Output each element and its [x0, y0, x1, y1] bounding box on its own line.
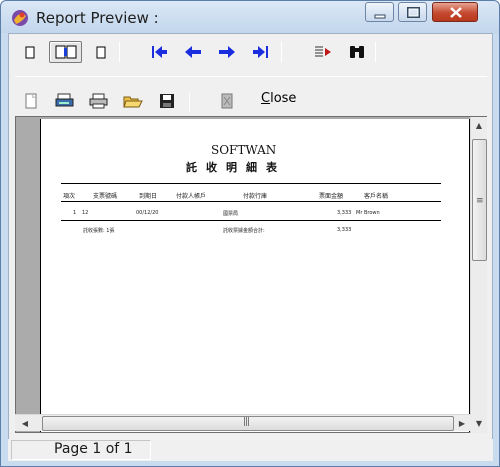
- toolbar-separator: [189, 92, 190, 112]
- toolbar-separator: [281, 42, 282, 62]
- client-area: Close SOFTWAN 託收明細表 項次 支票號碼 到期日 付款人帳戶 付款…: [8, 33, 493, 461]
- exit-door-icon: [221, 93, 233, 109]
- report-rule: [61, 220, 441, 221]
- header-bank: 付款行庫: [243, 193, 268, 200]
- horizontal-scroll-thumb[interactable]: |||: [42, 416, 454, 431]
- next-page-icon: [219, 46, 235, 58]
- goto-page-button[interactable]: [309, 41, 337, 63]
- row-customer: Mr Brown: [356, 210, 380, 216]
- thumb-grip-icon: |||: [243, 417, 250, 427]
- previous-page-button[interactable]: [179, 41, 207, 63]
- binoculars-icon: [350, 46, 364, 58]
- print-setup-button[interactable]: [51, 90, 79, 112]
- scroll-up-arrow[interactable]: ▲: [471, 117, 487, 133]
- horizontal-scrollbar[interactable]: ◀ ||| ▶: [15, 414, 471, 431]
- open-folder-icon: [123, 96, 143, 108]
- report-preview-window: Report Preview : Close SOFTWAN 託收明細表 項次 …: [0, 0, 500, 467]
- new-page-button[interactable]: [17, 90, 45, 112]
- vertical-scroll-thumb[interactable]: ≡: [472, 139, 487, 261]
- right-page-view-button[interactable]: [86, 41, 114, 63]
- report-rule: [61, 201, 441, 202]
- header-no: 項次: [63, 193, 76, 200]
- report-viewport[interactable]: SOFTWAN 託收明細表 項次 支票號碼 到期日 付款人帳戶 付款行庫 票面金…: [15, 116, 487, 433]
- scroll-left-arrow[interactable]: ◀: [17, 415, 33, 431]
- footer-total: 3,333: [337, 227, 352, 233]
- window-title: Report Preview :: [36, 9, 159, 27]
- footer-total-label: 託收票據金額合計:: [223, 228, 265, 234]
- title-bar[interactable]: Report Preview :: [1, 1, 499, 33]
- header-payer-account: 付款人帳戶: [176, 193, 207, 200]
- vertical-scrollbar[interactable]: ▲ ≡ ▼: [470, 117, 487, 433]
- header-amount: 票面金額: [319, 193, 344, 200]
- page-icon: [25, 93, 37, 109]
- first-page-button[interactable]: [145, 41, 173, 63]
- scroll-down-arrow[interactable]: ▼: [471, 415, 487, 431]
- right-page-view-icon: [96, 46, 106, 59]
- minimize-button[interactable]: [365, 2, 394, 22]
- close-window-button[interactable]: [432, 2, 478, 22]
- app-icon: [12, 10, 28, 26]
- row-due-date: 00/12/20: [136, 210, 159, 216]
- last-page-button[interactable]: [247, 41, 275, 63]
- minimize-icon: [374, 14, 386, 19]
- header-check-no: 支票號碼: [93, 193, 118, 200]
- next-page-button[interactable]: [213, 41, 241, 63]
- maximize-icon: [407, 7, 420, 18]
- header-due-date: 到期日: [139, 193, 158, 200]
- report-rule: [61, 183, 441, 184]
- previous-page-icon: [185, 46, 201, 58]
- last-page-icon: [253, 46, 268, 58]
- close-icon: [450, 7, 462, 18]
- row-no: 1: [73, 210, 77, 216]
- page-indicator: Page 1 of 1: [54, 441, 133, 457]
- first-page-icon: [152, 46, 167, 58]
- footer-count: 託收張數: 1張: [83, 228, 115, 234]
- close-button[interactable]: Close: [261, 91, 296, 106]
- toolbar-separator: [119, 42, 120, 62]
- open-button[interactable]: [119, 90, 147, 112]
- print-button[interactable]: [85, 90, 113, 112]
- report-subtitle: 託收明細表: [186, 161, 286, 174]
- report-title: SOFTWAN: [211, 143, 277, 157]
- report-page: SOFTWAN 託收明細表 項次 支票號碼 到期日 付款人帳戶 付款行庫 票面金…: [40, 119, 470, 432]
- single-page-view-icon: [25, 46, 35, 59]
- row-check-no: 12: [82, 210, 89, 216]
- facing-page-view-button[interactable]: [49, 41, 82, 63]
- header-customer: 客戶名稱: [364, 193, 389, 200]
- thumb-grip-icon: ≡: [476, 196, 483, 206]
- toolbar-separator: [375, 42, 376, 62]
- exit-button[interactable]: [213, 90, 241, 112]
- print-setup-icon: [55, 93, 74, 107]
- status-bar: Page 1 of 1: [8, 439, 493, 461]
- scroll-right-arrow[interactable]: ▶: [454, 415, 470, 431]
- maximize-button[interactable]: [398, 2, 427, 22]
- toolbar-divider: [15, 76, 487, 77]
- printer-icon: [89, 93, 108, 109]
- save-button[interactable]: [153, 90, 181, 112]
- close-label-text: lose: [270, 91, 297, 106]
- facing-page-view-icon: [55, 45, 76, 59]
- save-disk-icon: [160, 94, 174, 108]
- row-bank: 國票局: [223, 211, 239, 217]
- goto-page-icon: [315, 46, 331, 57]
- find-button[interactable]: [343, 41, 371, 63]
- single-page-view-button[interactable]: [15, 41, 43, 63]
- row-amount: 3,333: [337, 210, 352, 216]
- close-mnemonic: C: [261, 91, 271, 106]
